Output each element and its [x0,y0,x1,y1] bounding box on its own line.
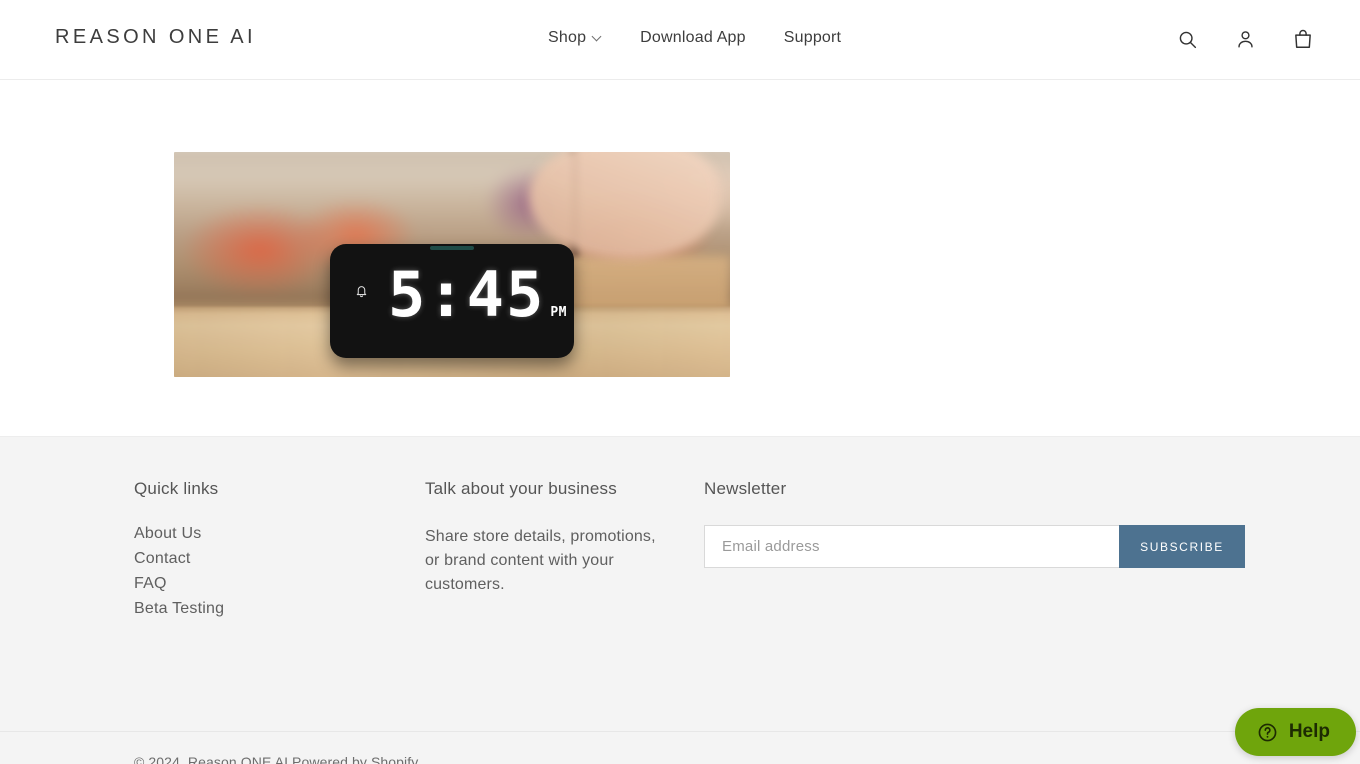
list-item: Beta Testing [134,600,425,618]
nav-item-support[interactable]: Support [784,29,841,47]
help-button[interactable]: Help [1234,708,1356,756]
newsletter-form: SUBSCRIBE [704,525,1245,568]
help-button-label: Help [1288,721,1330,742]
nav-item-shop-label: Shop [548,29,587,46]
list-item: Contact [134,550,425,568]
list-item: FAQ [134,575,425,593]
site-header: REASON ONE AI Shop Download App Support [0,0,1360,80]
clock-display: 5:45 PM [388,264,567,326]
footer-column-about: Talk about your business Share store det… [425,479,704,625]
question-circle-icon [1257,722,1278,743]
nav-item-download-app-label: Download App [640,29,746,46]
site-logo[interactable]: REASON ONE AI [55,26,256,49]
list-item: About Us [134,525,425,543]
site-footer: Quick links About Us Contact FAQ Beta Te… [0,436,1360,764]
footer-bottom-bar: © 2024, Reason ONE AI Powered by Shopify [0,731,1360,764]
footer-link-about-us[interactable]: About Us [134,525,201,542]
chevron-down-icon [593,33,602,42]
clock-meridiem: PM [550,305,567,320]
nav-item-download-app[interactable]: Download App [640,29,746,47]
quick-links-list: About Us Contact FAQ Beta Testing [134,525,425,618]
account-icon[interactable] [1228,22,1262,56]
bell-icon [355,284,368,303]
main-navigation: Shop Download App Support [548,29,841,47]
quick-links-heading: Quick links [134,479,219,498]
clock-time: 5:45 [388,258,546,331]
cart-icon[interactable] [1286,22,1320,56]
subscribe-button[interactable]: SUBSCRIBE [1119,525,1245,568]
newsletter-heading: Newsletter [704,479,787,498]
copyright-text: © 2024, Reason ONE AI Powered by Shopify [134,754,419,764]
smart-alarm-clock: 5:45 PM [330,244,574,358]
footer-link-faq[interactable]: FAQ [134,575,167,592]
footer-link-beta-testing[interactable]: Beta Testing [134,600,224,617]
footer-column-quick-links: Quick links About Us Contact FAQ Beta Te… [134,479,425,625]
product-image[interactable]: 5:45 PM [174,152,730,377]
nav-item-support-label: Support [783,29,842,46]
email-field[interactable] [704,525,1119,568]
nav-item-shop[interactable]: Shop [548,29,602,47]
header-icon-group [1170,22,1320,56]
main-content: 5:45 PM [0,80,1360,436]
about-heading: Talk about your business [424,479,617,498]
search-icon[interactable] [1170,22,1204,56]
about-body: Share store details, promotions, or bran… [424,528,656,593]
footer-column-newsletter: Newsletter SUBSCRIBE [704,479,1245,625]
footer-columns: Quick links About Us Contact FAQ Beta Te… [134,479,1245,625]
footer-link-contact[interactable]: Contact [134,550,191,567]
